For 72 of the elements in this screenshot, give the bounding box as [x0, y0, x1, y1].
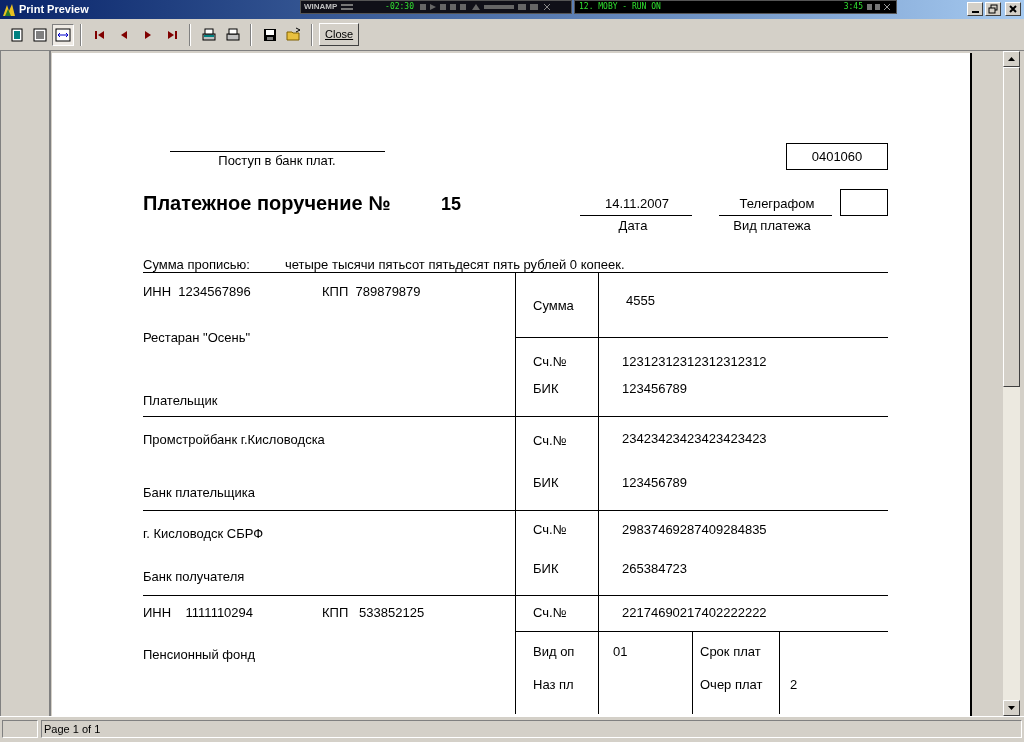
account-label: Сч.№ [533, 354, 567, 370]
payee-bank-name: г. Кисловодск СБРФ [143, 526, 264, 542]
payment-term-label: Срок плат [700, 644, 761, 660]
account-label: Сч.№ [533, 522, 567, 538]
time-display: -02:30 [385, 1, 414, 13]
bik-value: 265384723 [622, 561, 688, 577]
payment-order-label: Очер плат [700, 677, 763, 693]
scroll-down-button[interactable] [1003, 700, 1020, 716]
payment-type-value: Телеграфом [738, 196, 816, 212]
date-label: Дата [617, 218, 649, 234]
minimize-icon [971, 11, 979, 13]
scrollbar[interactable] [1003, 51, 1020, 716]
winamp-title: WINAMP [304, 1, 338, 13]
document-title: Платежное поручение № [143, 191, 391, 215]
track-title: 12. MOBY - RUN ON [579, 1, 661, 13]
one-page-icon [9, 26, 25, 43]
track-duration: 3:45 [843, 1, 863, 13]
status-panel [2, 719, 38, 738]
payee-kpp: КПП 533852125 [322, 605, 425, 621]
document-number: 15 [441, 193, 462, 215]
operation-type-value: 01 [613, 644, 628, 660]
payee-inn: ИНН 1111110294 [143, 605, 254, 621]
payee-bank-label: Банк получателя [143, 569, 245, 585]
menu-icon [341, 4, 354, 10]
account-value: 29837469287409284835 [622, 522, 767, 538]
payee-name: Пенсионный фонд [143, 647, 255, 663]
scroll-thumb[interactable] [1003, 67, 1020, 387]
save-icon [261, 26, 278, 43]
page-count: Page 1 of 1 [41, 719, 1022, 738]
bik-label: БИК [533, 475, 559, 491]
print-setup-icon [200, 26, 217, 43]
form-code-box: 0401060 [786, 143, 888, 170]
received-label: Поступ в банк плат. [217, 153, 337, 169]
payer-inn: ИНН 1234567896 [143, 284, 251, 300]
amount-words: четыре тысячи пятьсот пятьдесят пять рублей 0 копеек. [285, 257, 625, 273]
fit-width-icon [55, 26, 71, 43]
payment-purpose-label: Наз пл [533, 677, 574, 693]
payment-order-value: 2 [790, 677, 798, 693]
empty-field-box [840, 189, 888, 216]
payer-kpp: КПП 789879879 [322, 284, 421, 300]
payer-name: Рестаран "Осень" [143, 330, 251, 346]
payment-type-label: Вид платежа [732, 218, 812, 234]
view-button[interactable] [52, 23, 74, 46]
account-value: 23423423423423423423 [622, 431, 767, 447]
bik-value: 123456789 [622, 475, 688, 491]
bik-value: 123456789 [622, 381, 688, 397]
payer-bank-name: Промстройбанк г.Кисловодска [143, 432, 325, 448]
account-label: Сч.№ [533, 433, 567, 449]
minimize-button[interactable] [967, 2, 983, 16]
restore-button[interactable] [985, 2, 1001, 16]
close-preview-button[interactable]: Close [319, 23, 360, 46]
bik-label: БИК [533, 381, 559, 397]
window-title: Print Preview [19, 2, 89, 18]
open-icon [285, 26, 302, 43]
amount-words-label: Сумма прописью: [143, 257, 250, 273]
account-value: 12312312312312312312 [622, 354, 767, 370]
close-button[interactable] [1005, 2, 1021, 16]
account-label: Сч.№ [533, 605, 567, 621]
print-icon [224, 26, 241, 43]
amount-label: Сумма [533, 298, 574, 314]
account-value: 22174690217402222222 [622, 605, 767, 621]
operation-type-label: Вид оп [533, 644, 575, 660]
scroll-up-button[interactable] [1003, 51, 1020, 67]
date-value: 14.11.2007 [603, 196, 671, 212]
amount-value: 4555 [626, 293, 655, 309]
restore-icon [987, 3, 999, 15]
close-icon [1007, 3, 1019, 15]
payer-label: Плательщик [143, 393, 218, 409]
bik-label: БИК [533, 561, 559, 577]
player-buttons-icon[interactable] [866, 3, 892, 11]
payer-bank-label: Банк плательщика [143, 485, 255, 501]
app-icon [2, 2, 16, 17]
